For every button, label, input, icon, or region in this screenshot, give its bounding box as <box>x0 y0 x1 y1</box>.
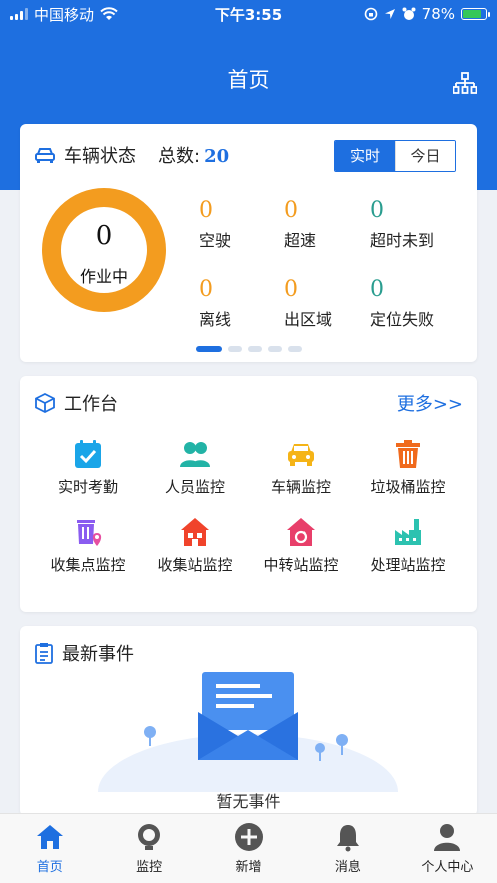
pager-dot[interactable] <box>227 346 242 352</box>
bottom-tab-bar: 首页 监控 新增 消息 个人中心 <box>0 813 497 883</box>
workbench-item-attendance[interactable]: 实时考勤 <box>35 438 141 497</box>
tab-profile[interactable]: 个人中心 <box>398 814 497 883</box>
total-value: 20 <box>204 146 230 167</box>
workbench-item-label: 中转站监控 <box>263 556 339 574</box>
car-icon <box>288 444 314 466</box>
tab-add[interactable]: 新增 <box>199 814 298 883</box>
cube-icon <box>35 392 55 414</box>
pager-dot[interactable] <box>267 346 282 352</box>
tab-home[interactable]: 首页 <box>0 814 99 883</box>
empty-envelope-icon <box>98 672 398 792</box>
bell-icon <box>336 825 359 852</box>
signal-icon <box>10 8 28 20</box>
battery-icon <box>461 8 490 20</box>
pager-dot[interactable] <box>195 346 222 352</box>
calendar-check-icon <box>75 440 101 468</box>
stat-label: 离线 <box>199 310 232 329</box>
stat-label: 出区域 <box>284 310 333 329</box>
stat-out-of-area[interactable]: 0 出区域 <box>284 277 374 330</box>
tab-label: 首页 <box>36 860 63 875</box>
latest-events-card: 最新事件 暂无事件 <box>20 626 477 816</box>
stat-value: 0 <box>284 277 298 302</box>
stat-value: 0 <box>199 198 213 223</box>
factory-icon <box>395 519 421 545</box>
workbench-item-transfer-station[interactable]: 中转站监控 <box>248 516 354 575</box>
pager-dot[interactable] <box>287 346 302 352</box>
clipboard-icon <box>35 643 53 664</box>
stat-overdue[interactable]: 0 超时未到 <box>370 198 460 251</box>
stat-value: 0 <box>370 277 384 302</box>
latest-events-title: 最新事件 <box>62 644 134 665</box>
more-link[interactable]: 更多>> <box>397 390 463 416</box>
location-icon <box>384 9 395 19</box>
stat-label: 定位失败 <box>370 310 435 329</box>
workbench-item-personnel[interactable]: 人员监控 <box>142 438 248 497</box>
tab-label: 消息 <box>334 860 361 875</box>
workbench-item-processing-station[interactable]: 处理站监控 <box>355 516 461 575</box>
battery-percent: 78% <box>421 5 455 23</box>
workbench-title: 工作台 <box>64 394 118 415</box>
stat-label: 超时未到 <box>370 231 435 250</box>
workbench-item-label: 车辆监控 <box>270 478 331 496</box>
workbench-item-label: 收集站监控 <box>157 556 233 574</box>
workbench-item-collection-point[interactable]: 收集点监控 <box>35 516 141 575</box>
workbench-item-label: 收集点监控 <box>50 556 126 574</box>
stat-label: 空驶 <box>199 231 232 250</box>
tab-label: 个人中心 <box>421 860 474 875</box>
empty-events-text: 暂无事件 <box>216 792 281 811</box>
stat-label: 超速 <box>284 231 317 250</box>
status-bar: 中国移动 下午3:55 78% <box>0 0 497 28</box>
people-icon <box>180 442 210 467</box>
toggle-realtime[interactable]: 实时 <box>335 141 395 171</box>
monitor-icon <box>138 824 161 850</box>
carrier-label: 中国移动 <box>34 5 95 24</box>
alarm-icon <box>402 7 416 20</box>
stat-speeding[interactable]: 0 超速 <box>284 198 374 251</box>
home-icon <box>36 825 63 849</box>
vehicle-status-title: 车辆状态 <box>64 146 136 167</box>
transfer-station-icon <box>287 518 315 546</box>
workbench-item-vehicle[interactable]: 车辆监控 <box>248 438 354 497</box>
pager-dot[interactable] <box>247 346 262 352</box>
vehicle-status-card: 车辆状态 总数: 20 实时 今日 0 作业中 0 空驶 0 超速 0 超时未到 … <box>20 124 477 362</box>
car-outline-icon <box>35 148 55 163</box>
total-label: 总数: <box>158 146 201 167</box>
wifi-icon <box>100 7 118 20</box>
person-icon <box>434 824 461 851</box>
workbench-item-collection-station[interactable]: 收集站监控 <box>142 516 248 575</box>
time-range-toggle: 实时 今日 <box>334 140 456 172</box>
collection-point-icon <box>77 520 102 546</box>
org-chart-icon[interactable] <box>453 72 477 96</box>
add-icon <box>234 823 263 851</box>
stat-value: 0 <box>199 277 213 302</box>
stat-offline[interactable]: 0 离线 <box>199 277 289 330</box>
stat-location-failed[interactable]: 0 定位失败 <box>370 277 460 330</box>
workbench-card: 工作台 更多>> 实时考勤 人员监控 车辆监控 垃圾桶监控 收集点监控 收集站监… <box>20 376 477 612</box>
vehicle-total: 总数: 20 <box>158 142 229 168</box>
working-donut-chart[interactable]: 0 作业中 <box>42 188 166 312</box>
carousel-pager <box>20 346 477 352</box>
working-count: 0 <box>95 221 113 251</box>
collection-station-icon <box>181 518 209 546</box>
tab-label: 新增 <box>235 860 262 875</box>
trash-bin-icon <box>396 440 420 468</box>
working-label: 作业中 <box>79 267 128 286</box>
workbench-item-trash-bin[interactable]: 垃圾桶监控 <box>355 438 461 497</box>
stat-value: 0 <box>284 198 298 223</box>
workbench-item-label: 处理站监控 <box>370 556 446 574</box>
stat-value: 0 <box>370 198 384 223</box>
toggle-today[interactable]: 今日 <box>395 141 455 171</box>
workbench-item-label: 垃圾桶监控 <box>370 478 446 496</box>
tab-messages[interactable]: 消息 <box>298 814 397 883</box>
lock-rotation-icon <box>364 7 377 21</box>
tab-monitor[interactable]: 监控 <box>99 814 198 883</box>
tab-label: 监控 <box>136 860 163 875</box>
workbench-item-label: 实时考勤 <box>57 478 118 496</box>
workbench-item-label: 人员监控 <box>164 478 225 496</box>
stat-idle[interactable]: 0 空驶 <box>199 198 289 251</box>
page-title: 首页 <box>227 68 270 92</box>
